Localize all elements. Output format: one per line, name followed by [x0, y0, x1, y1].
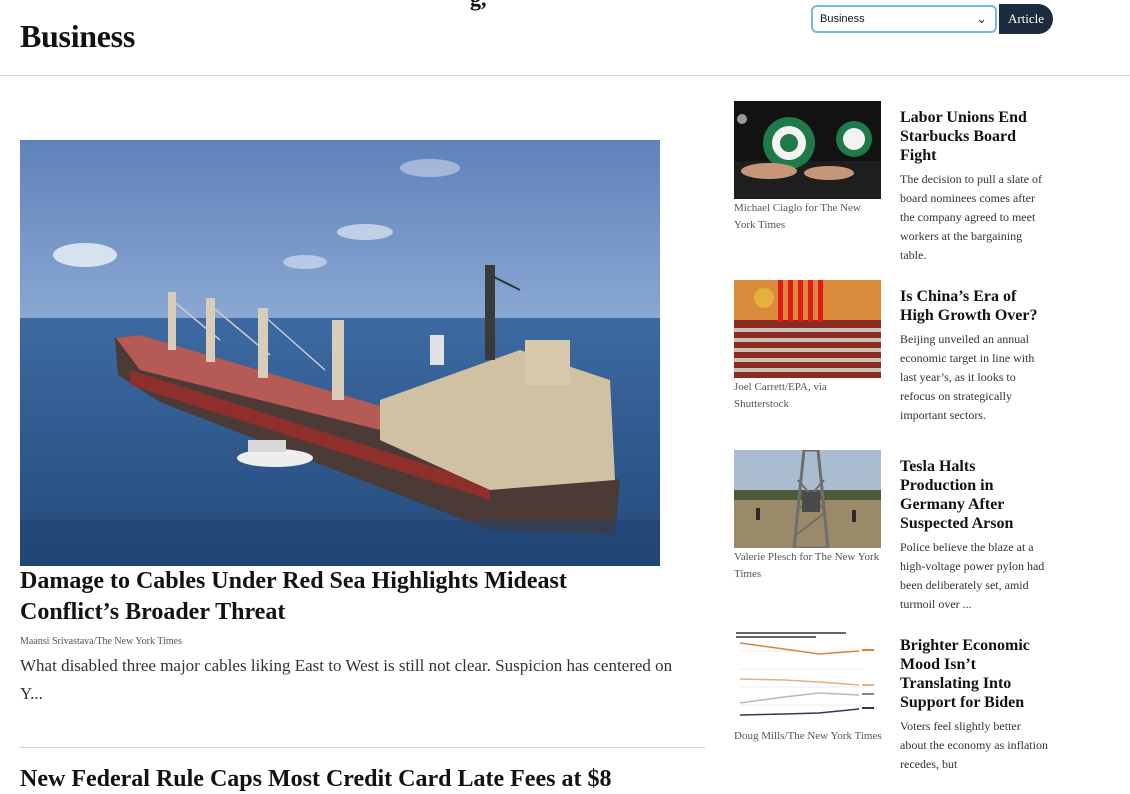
clipped-heading-fragment: g, [470, 0, 487, 12]
thumbnail-credit: Joel Carrett/EPA, via Shutterstock [734, 381, 827, 410]
sidebar-headline[interactable]: Brighter Economic Mood Isn’t Translating… [900, 636, 1048, 712]
sidebar-headline[interactable]: Labor Unions End Starbucks Board Fight [900, 108, 1048, 165]
section-select-value: Business [820, 13, 865, 25]
article-divider [20, 747, 705, 748]
sidebar-headline[interactable]: Is China’s Era of High Growth Over? [900, 287, 1048, 325]
chevron-down-icon: ⌄ [976, 11, 987, 26]
thumbnail-credit: Doug Mills/The New York Times [734, 730, 882, 742]
header-controls: Business ⌄ Article [811, 4, 1053, 34]
article-button[interactable]: Article [999, 4, 1053, 34]
economy-poll-chart-thumbnail[interactable] [734, 629, 881, 727]
power-pylon-thumbnail[interactable] [734, 450, 881, 548]
sidebar-summary: Voters feel slightly better about the ec… [900, 719, 1048, 771]
sidebar-summary: Beijing unveiled an annual economic targ… [900, 332, 1035, 422]
thumbnail-credit: Michael Ciaglo for The New York Times [734, 202, 861, 231]
thumbnail-credit: Valerie Plesch for The New York Times [734, 551, 880, 580]
next-article-headline[interactable]: New Federal Rule Caps Most Credit Card L… [20, 764, 611, 794]
sidebar-headline[interactable]: Tesla Halts Production in Germany After … [900, 457, 1048, 533]
starbucks-workers-thumbnail[interactable] [734, 101, 881, 199]
section-select[interactable]: Business ⌄ [811, 5, 997, 33]
section-title: Business [20, 18, 135, 54]
hero-summary: What disabled three major cables liking … [20, 656, 673, 703]
hero-photo-credit: Maansi Srivastava/The New York Times [20, 636, 182, 647]
hero-image-sinking-ship[interactable] [20, 140, 660, 566]
header-divider [0, 75, 1130, 76]
china-congress-thumbnail[interactable] [734, 280, 881, 378]
sidebar-summary: The decision to pull a slate of board no… [900, 172, 1042, 262]
hero-headline[interactable]: Damage to Cables Under Red Sea Highlight… [20, 566, 660, 628]
sidebar-summary: Police believe the blaze at a high-volta… [900, 540, 1045, 611]
